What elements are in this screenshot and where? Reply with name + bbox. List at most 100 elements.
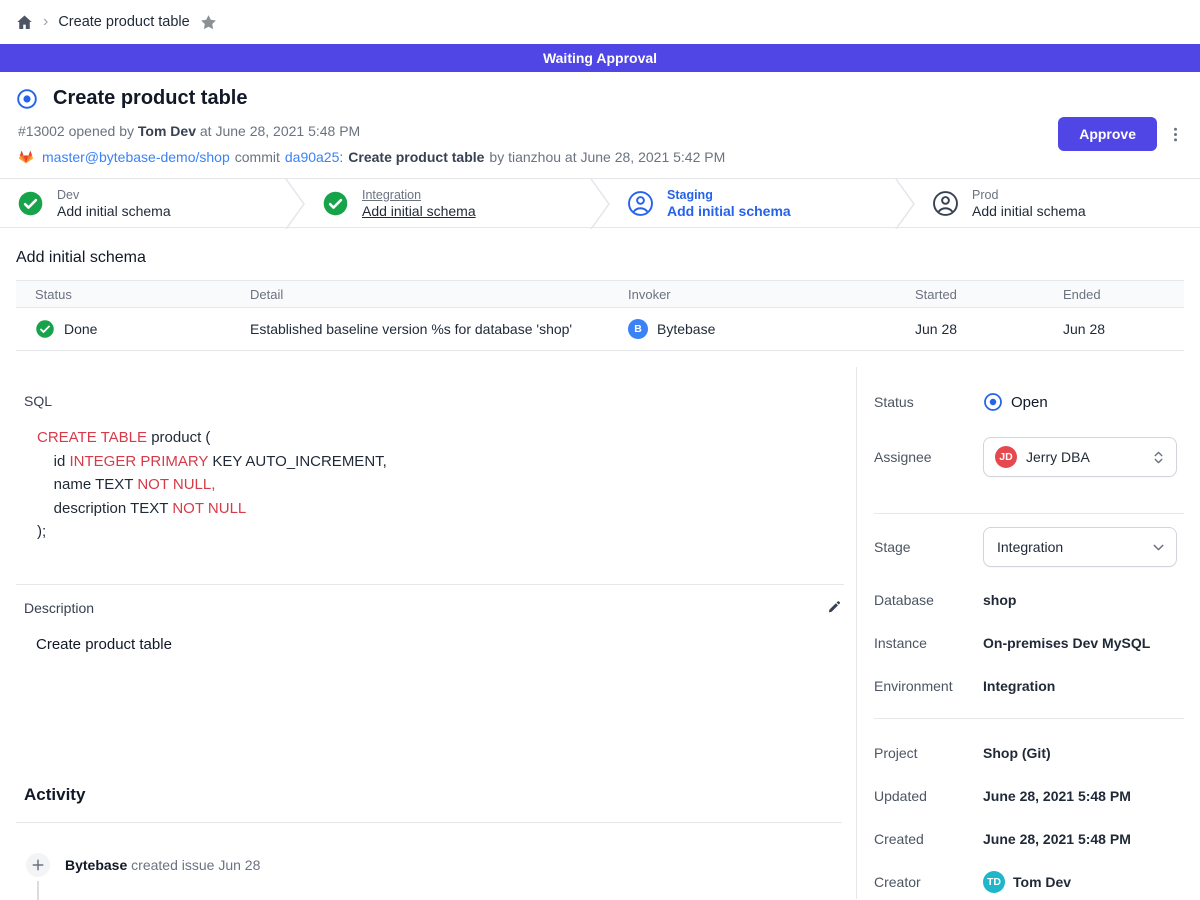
avatar: JD [995, 446, 1017, 468]
gitlab-icon [18, 149, 34, 165]
vcs-commit-line: master@bytebase-demo/shop commit da90a25… [18, 149, 725, 165]
task-started-cell: Jun 28 [915, 321, 1063, 337]
environment-label: Environment [874, 678, 983, 694]
issue-open-icon [16, 88, 38, 110]
person-circle-icon [627, 190, 654, 217]
stage-select[interactable]: Integration [983, 527, 1177, 567]
assignee-name: Jerry DBA [1026, 449, 1090, 465]
environment-value: Integration [983, 678, 1055, 694]
sidebar-divider [874, 513, 1184, 514]
status-banner-text: Waiting Approval [543, 50, 657, 66]
project-label: Project [874, 745, 983, 761]
vcs-commit-message: Create product table [348, 149, 484, 165]
activity-title: Activity [24, 785, 856, 805]
breadcrumb-chevron-icon: › [43, 14, 48, 30]
assignee-select[interactable]: JD Jerry DBA [983, 437, 1177, 477]
stage-prod[interactable]: Prod Add initial schema [915, 179, 1200, 227]
issue-header-left: Create product table #13002 opened by To… [16, 87, 725, 165]
vcs-colon: : [339, 149, 343, 165]
breadcrumb-item-issue[interactable]: Create product table [58, 14, 189, 30]
sidebar-divider [874, 718, 1184, 719]
issue-meta: #13002 opened by Tom Dev at June 28, 202… [18, 123, 725, 139]
stage-separator-icon [590, 179, 610, 227]
column-header-started: Started [915, 287, 1063, 302]
chevron-down-icon [1151, 540, 1166, 555]
approve-button[interactable]: Approve [1058, 117, 1157, 151]
stage-integration[interactable]: Integration Add initial schema [305, 179, 590, 227]
project-value[interactable]: Shop (Git) [983, 745, 1051, 761]
edit-pencil-icon[interactable] [826, 600, 842, 616]
updated-value: June 28, 2021 5:48 PM [983, 788, 1131, 804]
activity-action: created issue [131, 857, 214, 873]
column-header-detail: Detail [250, 287, 628, 302]
task-ended-cell: Jun 28 [1063, 321, 1184, 337]
person-circle-icon [932, 190, 959, 217]
column-header-status: Status [16, 287, 250, 302]
avatar: B [628, 319, 648, 339]
page-title: Create product table [53, 87, 247, 110]
stage-task-label: Add initial schema [57, 203, 171, 219]
task-invoker-cell: B Bytebase [628, 319, 915, 339]
instance-value: On-premises Dev MySQL [983, 635, 1150, 651]
stage-select-value: Integration [997, 539, 1063, 555]
stage-dev[interactable]: Dev Add initial schema [0, 179, 285, 227]
task-detail-cell: Established baseline version %s for data… [250, 321, 628, 337]
stage-task-label: Add initial schema [667, 203, 791, 219]
sql-code: CREATE TABLE product ( id INTEGER PRIMAR… [37, 426, 856, 544]
updated-label: Updated [874, 788, 983, 804]
stage-env-label: Dev [57, 188, 171, 202]
created-value: June 28, 2021 5:48 PM [983, 831, 1131, 847]
check-circle-icon [17, 190, 44, 217]
table-row[interactable]: Done Established baseline version %s for… [16, 308, 1184, 351]
assignee-label: Assignee [874, 449, 983, 465]
vcs-commit-word: commit [235, 149, 280, 165]
status-label: Status [874, 394, 983, 410]
stage-env-label: Integration [362, 188, 476, 202]
activity-timeline-line [37, 881, 39, 900]
pipeline-stage-bar: Dev Add initial schema Integration Add i… [0, 178, 1200, 228]
updown-chevron-icon [1151, 450, 1166, 465]
description-label: Description [24, 600, 94, 616]
header-actions: Approve [1058, 103, 1184, 165]
home-icon[interactable] [16, 14, 33, 31]
creator-label: Creator [874, 874, 983, 890]
issue-page: › Create product table Waiting Approval … [0, 0, 1200, 900]
column-header-ended: Ended [1063, 287, 1184, 302]
check-circle-icon [35, 319, 55, 339]
instance-label: Instance [874, 635, 983, 651]
vcs-commit-time: by tianzhou at June 28, 2021 5:42 PM [489, 149, 725, 165]
stage-staging[interactable]: Staging Add initial schema [610, 179, 895, 227]
creator-name: Tom Dev [1013, 874, 1071, 890]
stage-env-label: Prod [972, 188, 1086, 202]
database-label: Database [874, 592, 983, 608]
task-table-header: Status Detail Invoker Started Ended [16, 280, 1184, 308]
status-value: Open [1011, 394, 1048, 411]
issue-opened-time: at June 28, 2021 5:48 PM [200, 123, 360, 139]
star-icon[interactable] [200, 14, 217, 31]
issue-id-text: #13002 opened by [18, 123, 134, 139]
stage-task-label: Add initial schema [362, 203, 476, 219]
breadcrumb: › Create product table [0, 0, 1200, 44]
task-status-text: Done [64, 321, 97, 337]
stage-separator-icon [285, 179, 305, 227]
avatar: TD [983, 871, 1005, 893]
created-label: Created [874, 831, 983, 847]
task-section: Add initial schema Status Detail Invoker… [0, 228, 1200, 367]
task-title: Add initial schema [16, 249, 1184, 267]
activity-time: Jun 28 [218, 857, 260, 873]
issue-author: Tom Dev [138, 123, 196, 139]
stage-task-label: Add initial schema [972, 203, 1086, 219]
vcs-branch-link[interactable]: master@bytebase-demo/shop [42, 149, 230, 165]
issue-header: Create product table #13002 opened by To… [0, 72, 1200, 178]
database-value: shop [983, 592, 1016, 608]
column-header-invoker: Invoker [628, 287, 915, 302]
main-content: SQL CREATE TABLE product ( id INTEGER PR… [0, 367, 856, 899]
stage-separator-icon [895, 179, 915, 227]
open-status-icon [983, 392, 1003, 412]
issue-sidebar: Status Open Assignee JD Jerry DBA [856, 367, 1200, 899]
kebab-menu-icon[interactable] [1167, 126, 1184, 143]
sql-section-label: SQL [24, 393, 856, 409]
plus-icon [26, 853, 50, 877]
description-text: Create product table [36, 636, 856, 653]
vcs-commit-link[interactable]: da90a25 [285, 149, 340, 165]
